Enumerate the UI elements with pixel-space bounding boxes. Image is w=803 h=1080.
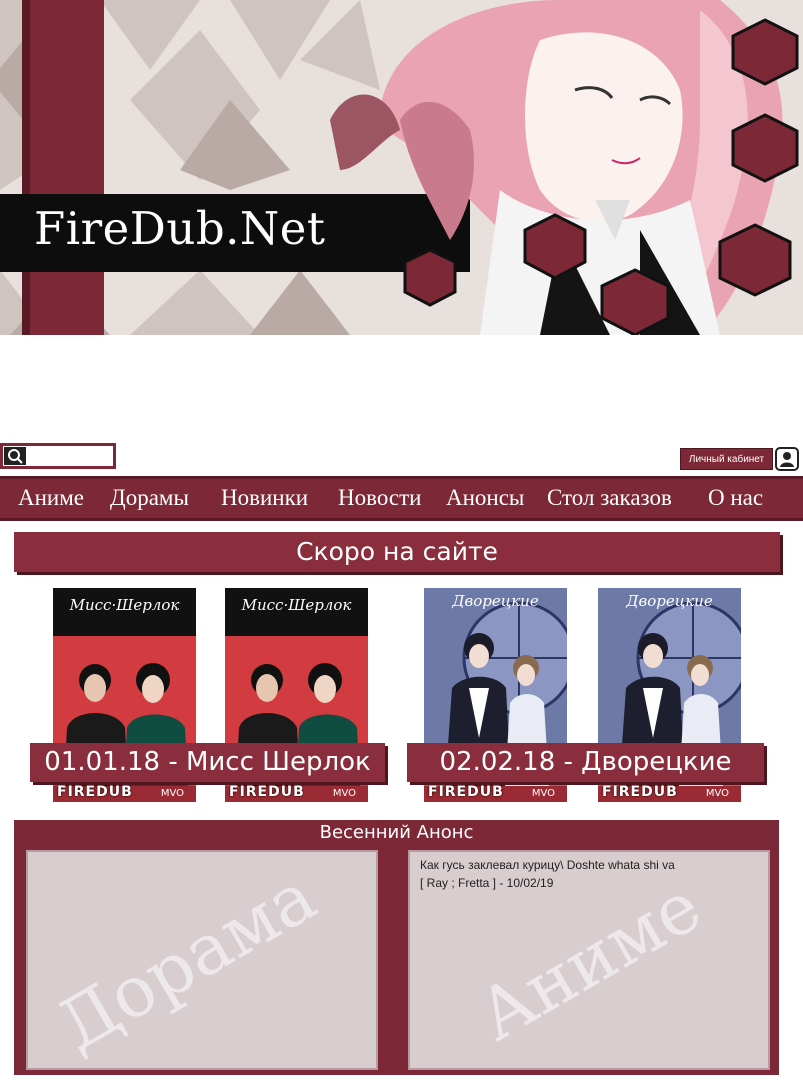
coming-soon-title: Скоро на сайте [296,537,498,566]
nav-item-new[interactable]: Новинки [221,482,308,514]
search-icon[interactable] [4,447,26,465]
dorama-announce-panel: Дорама [26,850,378,1070]
poster-studio: MVO [531,788,555,799]
poster-brand: FIREDUB [602,784,678,800]
nav-item-orders[interactable]: Стол заказов [547,482,672,514]
poster-studio: MVO [332,788,356,799]
poster-brand: FIREDUB [428,784,504,800]
spring-announce-panel: Весенний Анонс Дорама Аниме Как гусь зак… [14,820,779,1075]
poster-studio: MVO [160,788,184,799]
coming-soon-header: Скоро на сайте [14,532,780,572]
nav-item-about[interactable]: О нас [708,482,763,514]
search-input[interactable] [27,448,111,464]
main-nav: Аниме Дорамы Новинки Новости Анонсы Стол… [0,476,803,521]
dorama-watermark: Дорама [44,855,330,1067]
nav-item-announce[interactable]: Анонсы [446,482,524,514]
anime-announce-panel: Аниме Как гусь заклевал курицу\ Doshte w… [408,850,770,1070]
release-date-butlers[interactable]: 02.02.18 - Дворецкие [407,743,764,782]
header-banner: FireDub.Net [0,0,803,335]
nav-item-news[interactable]: Новости [338,482,421,514]
release-date-miss-sherlock[interactable]: 01.01.18 - Мисс Шерлок [30,743,385,782]
announce-item-meta: [ Ray ; Fretta ] - 10/02/19 [420,876,554,890]
announce-title: Весенний Анонс [319,822,474,843]
user-icon[interactable] [775,447,799,471]
poster-studio: MVO [705,788,729,799]
site-title[interactable]: FireDub.Net [34,202,326,255]
nav-item-doramy[interactable]: Дорамы [110,482,189,514]
banner-artwork [0,0,803,335]
poster-title: Дворецкие [626,592,713,610]
poster-title: Дворецкие [452,592,539,610]
poster-title: Мисс·Шерлок [69,596,180,614]
poster-brand: FIREDUB [229,784,305,800]
search-box[interactable] [0,443,116,469]
announce-item-title[interactable]: Как гусь заклевал курицу\ Doshte whata s… [420,858,675,872]
poster-brand: FIREDUB [57,784,133,800]
anime-watermark: Аниме [463,864,715,1058]
poster-title: Мисс·Шерлок [241,596,352,614]
nav-item-anime[interactable]: Аниме [18,482,84,514]
account-button[interactable]: Личный кабинет [680,448,773,470]
